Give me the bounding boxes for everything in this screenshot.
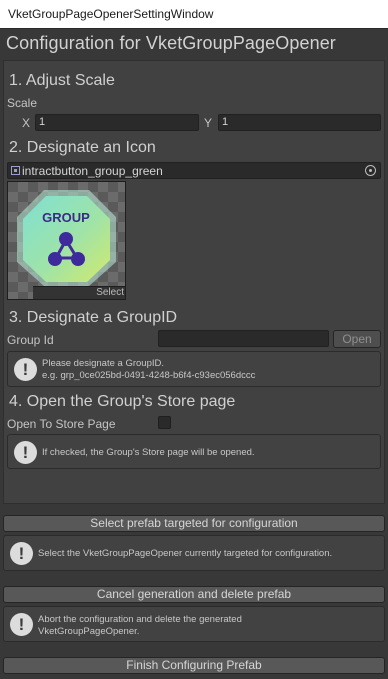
open-store-checkbox[interactable] <box>158 416 171 429</box>
group-id-help-line-2: e.g. grp_0ce025bd-0491-4248-b6f4-c93ec05… <box>42 370 256 381</box>
section-3-heading: 3. Designate a GroupID <box>9 309 178 326</box>
window-titlebar: VketGroupPageOpenerSettingWindow <box>0 0 388 29</box>
scale-y-field[interactable]: 1 <box>218 114 381 131</box>
group-id-label: Group Id <box>7 333 54 347</box>
group-id-help-line-1: Please designate a GroupID. <box>42 358 164 369</box>
preview-text: GROUP <box>42 210 90 225</box>
cancel-delete-button[interactable]: Cancel generation and delete prefab <box>3 586 385 603</box>
store-help-text: If checked, the Group's Store page will … <box>42 447 255 458</box>
scale-x-field[interactable]: 1 <box>35 114 199 131</box>
section-2-heading: 2. Designate an Icon <box>9 139 156 156</box>
select-prefab-help-text: Select the VketGroupPageOpener currently… <box>38 548 333 559</box>
scale-y-label: Y <box>204 116 213 130</box>
icon-name: intractbutton_group_green <box>22 164 163 178</box>
store-help-box: ! If checked, the Group's Store page wil… <box>7 434 381 469</box>
icon-object-field[interactable]: intractbutton_group_green <box>7 162 381 179</box>
scale-label: Scale <box>7 96 38 110</box>
page-title: Configuration for VketGroupPageOpener <box>6 33 336 53</box>
info-icon: ! <box>10 542 33 565</box>
info-icon: ! <box>14 358 37 381</box>
group-id-help-box: ! Please designate a GroupID. e.g. grp_0… <box>7 351 381 387</box>
select-texture-button[interactable]: Select <box>33 286 125 299</box>
cancel-help-line-1: Abort the configuration and delete the g… <box>38 614 242 625</box>
finish-configuring-button[interactable]: Finish Configuring Prefab <box>3 657 385 674</box>
info-icon: ! <box>10 613 33 636</box>
texture-icon <box>11 166 20 175</box>
section-1-heading: 1. Adjust Scale <box>9 72 115 89</box>
select-prefab-button[interactable]: Select prefab targeted for configuration <box>3 515 385 532</box>
open-button[interactable]: Open <box>333 330 381 348</box>
scale-x-label: X <box>22 116 31 130</box>
object-picker-icon[interactable] <box>365 165 376 176</box>
cancel-help-line-2: VketGroupPageOpener. <box>38 626 140 637</box>
cancel-help-box: ! Abort the configuration and delete the… <box>3 606 385 642</box>
icon-preview[interactable]: GROUP Select <box>7 181 126 300</box>
info-icon: ! <box>14 441 37 464</box>
section-4-heading: 4. Open the Group's Store page <box>9 393 236 410</box>
open-store-label: Open To Store Page <box>7 417 116 431</box>
group-id-input[interactable] <box>158 330 329 347</box>
select-prefab-help-box: ! Select the VketGroupPageOpener current… <box>3 535 385 571</box>
window-title: VketGroupPageOpenerSettingWindow <box>8 7 214 21</box>
group-icon-image: GROUP <box>17 190 116 286</box>
